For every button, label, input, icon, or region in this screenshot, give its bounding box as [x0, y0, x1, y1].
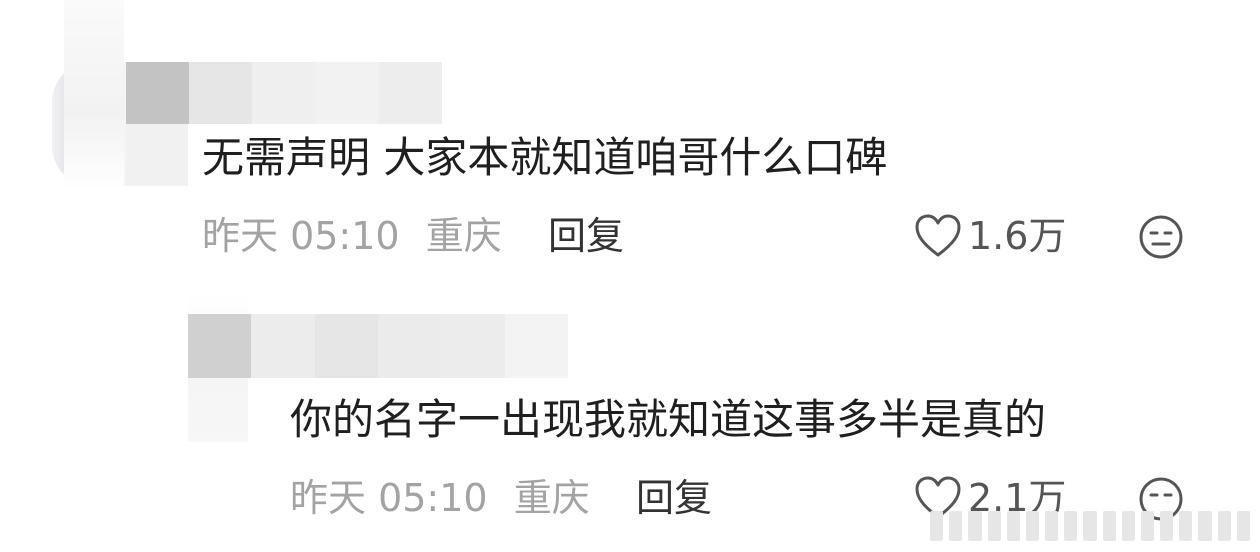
- comment-time: 昨天 05:10: [202, 214, 400, 258]
- dislike-button[interactable]: [1138, 214, 1184, 260]
- watermark-overlay: [930, 506, 1250, 546]
- reply-button[interactable]: 回复: [548, 212, 624, 260]
- avatar-fade: [64, 0, 124, 190]
- comment-meta: 昨天 05:10 重庆: [290, 474, 590, 522]
- comment-time: 昨天 05:10: [290, 476, 488, 520]
- username-redacted[interactable]: [188, 314, 568, 378]
- username-redacted-lower: [126, 124, 188, 186]
- heart-outline-icon: [915, 214, 961, 257]
- like-button[interactable]: 1.6万: [914, 212, 1066, 260]
- reply-button[interactable]: 回复: [636, 474, 712, 522]
- comment-location: 重庆: [513, 476, 590, 520]
- like-count: 1.6万: [968, 214, 1067, 258]
- meh-face-icon: [1139, 215, 1183, 259]
- comment-meta: 昨天 05:10 重庆: [202, 212, 502, 260]
- comment-text: 你的名字一出现我就知道这事多半是真的: [290, 395, 1047, 444]
- username-redacted[interactable]: [126, 62, 442, 124]
- comment-location: 重庆: [425, 214, 502, 258]
- comment-text: 无需声明 大家本就知道咱哥什么口碑: [202, 133, 888, 182]
